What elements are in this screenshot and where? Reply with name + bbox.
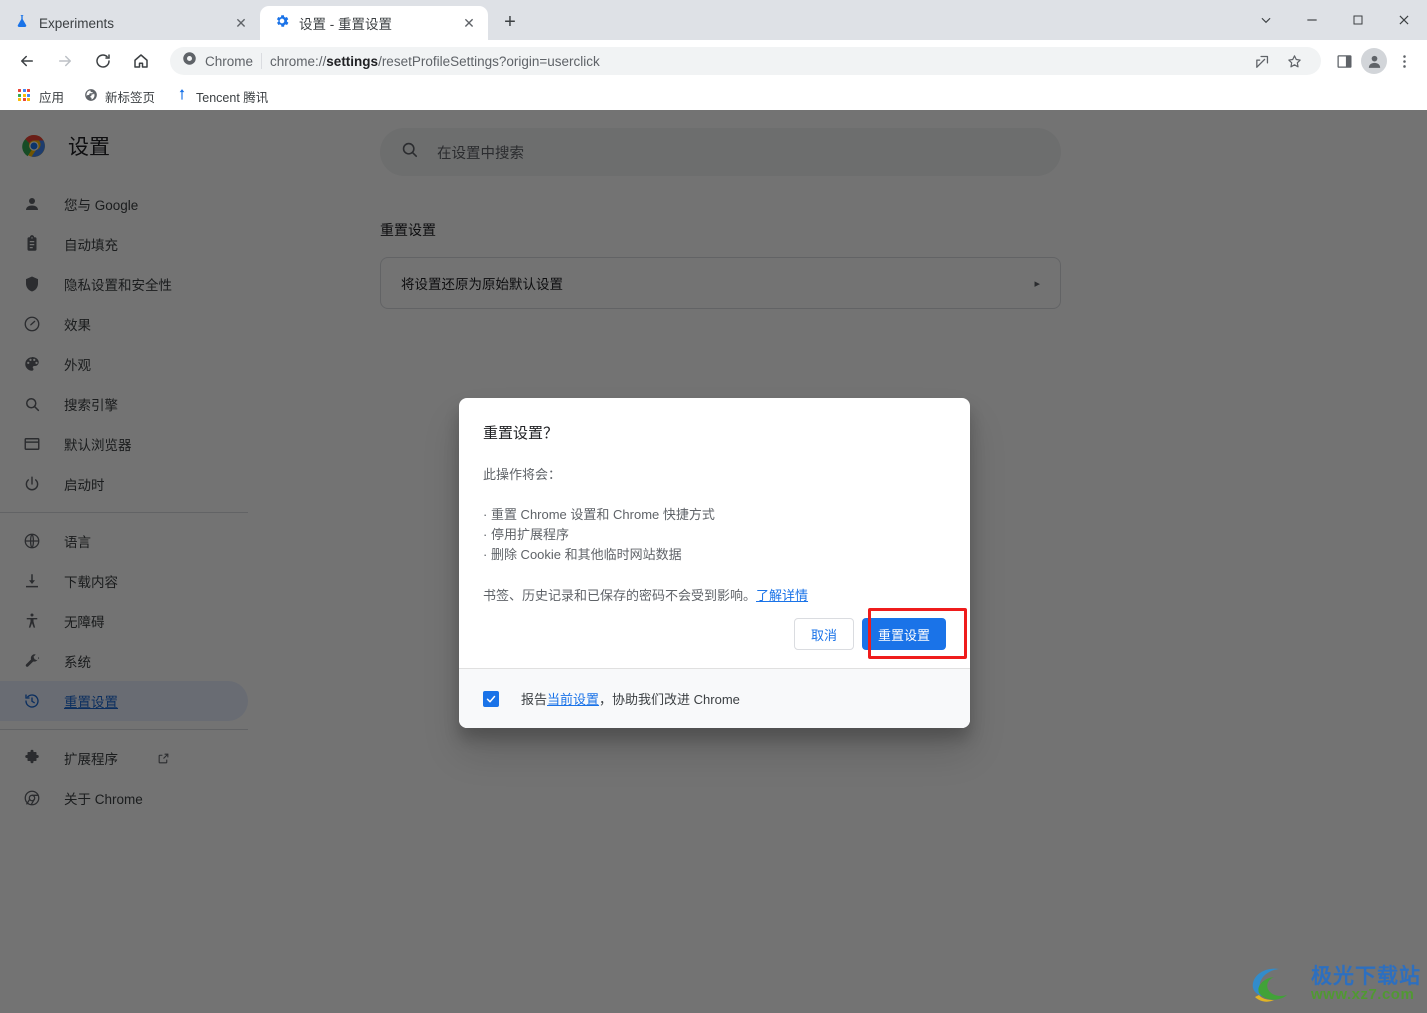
list-item: · 删除 Cookie 和其他临时网站数据 — [483, 547, 682, 562]
apps-grid-icon — [18, 89, 32, 103]
watermark-en: www.xz7.com — [1311, 986, 1415, 1003]
address-bar[interactable]: Chrome chrome://settings/resetProfileSet… — [170, 47, 1321, 75]
tab-settings[interactable]: 设置 - 重置设置 ✕ — [260, 6, 488, 40]
bookmarks-bar: 应用 新标签页 Tencent 腾讯 — [0, 82, 1427, 110]
home-button[interactable] — [126, 46, 156, 76]
dialog-title: 重置设置？ — [483, 425, 559, 442]
tencent-icon — [175, 88, 189, 105]
dialog-body: 重置设置？ 此操作将会： · 重置 Chrome 设置和 Chrome 快捷方式… — [459, 398, 970, 604]
tab-title: Experiments — [39, 15, 115, 31]
report-settings-label: 报告当前设置，协助我们改进 Chrome — [521, 689, 740, 708]
dialog-actions: 取消 重置设置 — [459, 604, 970, 668]
omnibox-chip-label: Chrome — [205, 53, 254, 69]
omnibox-actions — [1247, 46, 1309, 76]
dialog-note: 书签、历史记录和已保存的密码不会受到影响。了解详情 — [483, 585, 946, 604]
current-settings-link[interactable]: 当前设置 — [547, 692, 599, 707]
dialog-note-text: 书签、历史记录和已保存的密码不会受到影响。 — [483, 588, 757, 603]
tab-close-icon[interactable]: ✕ — [460, 14, 478, 32]
tab-search-button[interactable] — [1243, 0, 1289, 40]
bookmark-new-tab[interactable]: 新标签页 — [76, 84, 163, 109]
bookmark-tencent[interactable]: Tencent 腾讯 — [167, 84, 276, 109]
list-item: · 重置 Chrome 设置和 Chrome 快捷方式 — [483, 507, 715, 522]
flask-icon — [14, 13, 30, 34]
checkbox-prefix: 报告 — [521, 692, 548, 707]
close-button[interactable] — [1381, 0, 1427, 40]
watermark-cn: 极光下载站 — [1311, 965, 1421, 988]
tab-experiments[interactable]: Experiments ✕ — [0, 6, 260, 40]
back-button[interactable] — [12, 46, 42, 76]
profile-avatar[interactable] — [1361, 48, 1387, 74]
minimize-button[interactable] — [1289, 0, 1335, 40]
watermark-logo — [1252, 968, 1287, 1002]
chrome-page-icon — [182, 51, 197, 71]
bookmark-apps[interactable]: 应用 — [10, 84, 72, 109]
maximize-button[interactable] — [1335, 0, 1381, 40]
share-icon[interactable] — [1247, 46, 1277, 76]
reset-settings-button[interactable]: 重置设置 — [861, 618, 946, 650]
forward-button[interactable] — [50, 46, 80, 76]
bookmark-star-icon[interactable] — [1279, 46, 1309, 76]
reset-settings-dialog: 重置设置？ 此操作将会： · 重置 Chrome 设置和 Chrome 快捷方式… — [459, 398, 970, 728]
gear-icon — [274, 13, 290, 34]
list-item: · 停用扩展程序 — [483, 527, 569, 542]
dialog-bullet-list: · 重置 Chrome 设置和 Chrome 快捷方式 · 停用扩展程序 · 删… — [483, 505, 946, 565]
dialog-intro: 此操作将会： — [483, 467, 562, 482]
tab-close-icon[interactable]: ✕ — [232, 14, 250, 32]
more-menu-icon[interactable] — [1389, 46, 1419, 76]
watermark: 极光下载站 www.xz7.com — [1249, 963, 1421, 1005]
cancel-button[interactable]: 取消 — [793, 618, 854, 650]
browser-window: Experiments ✕ 设置 - 重置设置 ✕ + Chrome chrom… — [0, 0, 1427, 1013]
dialog-footer-bar: 报告当前设置，协助我们改进 Chrome — [459, 668, 970, 728]
checkbox-suffix: ，协助我们改进 Chrome — [599, 692, 740, 707]
new-tab-button[interactable]: + — [496, 8, 524, 36]
bookmark-label: 应用 — [39, 90, 65, 105]
report-settings-checkbox[interactable] — [483, 690, 499, 707]
bookmark-label: Tencent 腾讯 — [196, 90, 269, 105]
window-controls — [1243, 0, 1427, 40]
browser-toolbar: Chrome chrome://settings/resetProfileSet… — [0, 40, 1427, 82]
omnibox-url: chrome://settings/resetProfileSettings?o… — [270, 53, 600, 69]
globe-icon — [84, 88, 98, 105]
bookmark-label: 新标签页 — [105, 90, 156, 105]
omnibox-divider — [261, 53, 263, 69]
side-panel-icon[interactable] — [1329, 46, 1359, 76]
tab-title: 设置 - 重置设置 — [299, 17, 392, 32]
tab-strip: Experiments ✕ 设置 - 重置设置 ✕ + — [0, 0, 1427, 40]
reload-button[interactable] — [88, 46, 118, 76]
learn-more-link[interactable]: 了解详情 — [756, 588, 808, 603]
